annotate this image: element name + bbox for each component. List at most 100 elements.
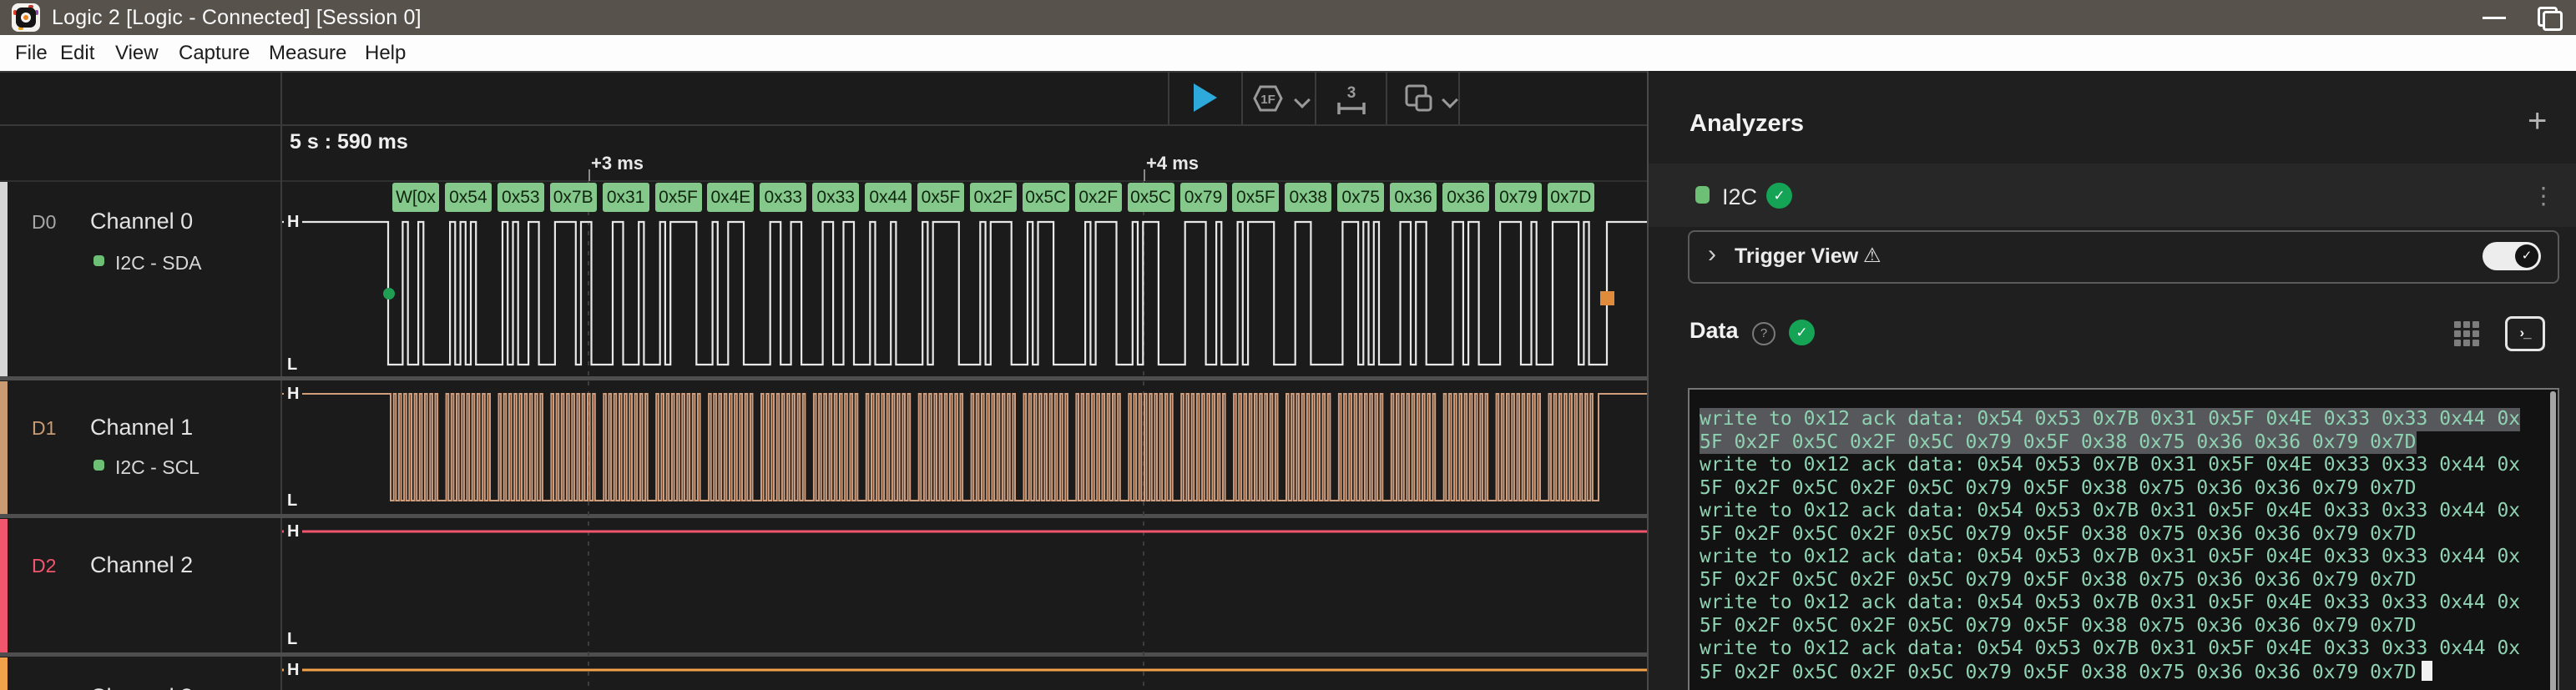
expand-chevron-icon[interactable]: › (1708, 240, 1716, 269)
data-entry-text: write to 0x12 ack data: 0x54 0x53 0x7B 0… (1700, 546, 2520, 569)
timeline-tick-mark (1144, 169, 1145, 181)
menu-measure[interactable]: Measure (269, 42, 346, 65)
i2c-byte-annotation: 0x5F (655, 183, 702, 212)
title-bar: Logic 2 [Logic - Connected] [Session 0] (0, 0, 2576, 35)
i2c-byte-annotation: 0x5C (1023, 183, 1069, 212)
trigger-settings-button[interactable]: 1F (1249, 80, 1287, 121)
menu-edit[interactable]: Edit (60, 42, 94, 65)
svg-text:1F: 1F (1260, 93, 1275, 107)
kebab-menu-icon[interactable]: ⋮ (2532, 182, 2555, 209)
chevron-down-icon[interactable] (1442, 92, 1458, 108)
i2c-byte-annotation: 0x33 (760, 183, 806, 212)
i2c-stop-marker (1600, 291, 1614, 305)
chevron-down-icon[interactable] (1294, 92, 1311, 108)
i2c-byte-annotation: 0x7B (550, 183, 597, 212)
add-analyzer-button[interactable]: + (2528, 103, 2547, 140)
i2c-byte-annotation: 0x36 (1390, 183, 1437, 212)
low-level-badge: L (284, 490, 301, 511)
i2c-start-marker (383, 288, 395, 300)
i2c-byte-annotation: 0x75 (1337, 183, 1384, 212)
minimize-button[interactable] (2469, 0, 2519, 35)
help-icon[interactable]: ? (1752, 322, 1775, 345)
table-view-icon[interactable] (2454, 321, 2479, 346)
i2c-byte-annotation: 0x36 (1442, 183, 1489, 212)
data-entry[interactable]: write to 0x12 ack data: 0x54 0x53 0x7B 0… (1700, 592, 2538, 637)
data-entry-text: 5F 0x2F 0x5C 0x2F 0x5C 0x79 0x5F 0x38 0x… (1700, 477, 2417, 501)
data-entry-text: write to 0x12 ack data: 0x54 0x53 0x7B 0… (1700, 637, 2520, 661)
measurement-button[interactable]: 3 (1332, 79, 1371, 122)
terminal-cursor (2422, 661, 2432, 681)
data-entry-text: 5F 0x2F 0x5C 0x2F 0x5C 0x79 0x5F 0x38 0x… (1700, 523, 2417, 546)
i2c-byte-annotation: 0x5F (1232, 183, 1279, 212)
channel-name: Channel 2 (90, 552, 193, 578)
timeline-tick-label: +4 ms (1146, 153, 1199, 174)
timeline-tick-mark (588, 169, 590, 181)
warning-icon: ⚠ (1863, 244, 1881, 268)
channel-name: Channel 1 (90, 415, 193, 441)
analyzer-name: I2C (1722, 184, 1757, 210)
channel-analyzer-label: I2C - SDA (115, 252, 202, 274)
analyzers-title: Analyzers (1690, 110, 1804, 138)
scl-waveform (282, 394, 1647, 501)
timeline-tick-label: +3 ms (591, 153, 644, 174)
data-ok-icon: ✓ (1789, 320, 1815, 345)
data-entry-text: write to 0x12 ack data: 0x54 0x53 0x7B 0… (1700, 408, 2520, 431)
start-capture-button[interactable] (1194, 83, 1217, 112)
i2c-byte-annotation: 0x44 (865, 183, 912, 212)
terminal-view-icon[interactable]: ›_ (2505, 316, 2545, 351)
data-entry[interactable]: write to 0x12 ack data: 0x54 0x53 0x7B 0… (1700, 454, 2538, 500)
low-level-badge: L (284, 628, 301, 650)
data-entry-text: 5F 0x2F 0x5C 0x2F 0x5C 0x79 0x5F 0x38 0x… (1700, 569, 2417, 592)
trigger-view-label: Trigger View (1735, 244, 1858, 269)
channel-id: D1 (32, 417, 56, 440)
window-title: Logic 2 [Logic - Connected] [Session 0] (52, 6, 422, 30)
menu-file[interactable]: File (15, 42, 48, 65)
channel-name: Channel 3 (90, 684, 193, 690)
analyzer-item-i2c[interactable]: I2C ✓ ⋮ (1649, 164, 2576, 227)
annotations-button[interactable] (1401, 82, 1437, 121)
data-entry[interactable]: write to 0x12 ack data: 0x54 0x53 0x7B 0… (1700, 500, 2538, 546)
data-entry-text: write to 0x12 ack data: 0x54 0x53 0x7B 0… (1700, 592, 2520, 615)
panel-divider (1647, 71, 1649, 690)
high-level-badge: H (284, 211, 302, 233)
channel-card-d0[interactable]: D0Channel 0I2C - SDA (0, 182, 280, 376)
trigger-view-row[interactable]: › Trigger View ⚠ ✓ (1688, 230, 2559, 284)
trigger-view-toggle[interactable]: ✓ (2483, 242, 2541, 270)
i2c-byte-annotation: 0x33 (812, 183, 859, 212)
terminal-scrollbar[interactable] (2550, 391, 2556, 690)
flag-icon (1401, 82, 1437, 117)
i2c-byte-annotation: 0x2F (970, 183, 1017, 212)
menu-capture[interactable]: Capture (179, 42, 250, 65)
i2c-byte-annotation: 0x7D (1548, 183, 1594, 212)
analyzer-ok-icon: ✓ (1766, 183, 1792, 209)
timeline-absolute-time[interactable]: 5 s : 590 ms (290, 130, 408, 154)
analyzers-panel: Analyzers + I2C ✓ ⋮ › Trigger View ⚠ ✓ D… (1649, 71, 2576, 690)
data-entry-text: 5F 0x2F 0x5C 0x2F 0x5C 0x79 0x5F 0x38 0x… (1700, 431, 2417, 455)
data-terminal[interactable]: write to 0x12 ack data: 0x54 0x53 0x7B 0… (1688, 388, 2559, 690)
data-entry[interactable]: write to 0x12 ack data: 0x54 0x53 0x7B 0… (1700, 408, 2538, 454)
channel-card-d1[interactable]: D1 Channel 1 I2C - SCL (0, 381, 280, 514)
high-level-badge: H (284, 383, 302, 405)
i2c-byte-annotation: 0x38 (1285, 183, 1331, 212)
channel-card-d3[interactable]: D3Channel 3 (0, 657, 280, 690)
restore-button[interactable] (2526, 0, 2576, 35)
channel-color-strip (0, 182, 8, 376)
i2c-byte-annotation: 0x2F (1075, 183, 1122, 212)
menu-view[interactable]: View (115, 42, 159, 65)
i2c-byte-annotation: 0x31 (603, 183, 649, 212)
analyzer-color-swatch (1695, 186, 1710, 204)
channel-analyzer-label: I2C - SCL (115, 456, 200, 479)
ruler-3-icon: 3 (1332, 79, 1371, 118)
data-title: Data (1690, 318, 1739, 344)
menu-help[interactable]: Help (365, 42, 406, 65)
menu-bar: File Edit View Capture Measure Help (0, 35, 2576, 71)
data-entry-text: 5F 0x2F 0x5C 0x2F 0x5C 0x79 0x5F 0x38 0x… (1700, 662, 2417, 685)
svg-text:3: 3 (1347, 84, 1356, 102)
data-entry[interactable]: write to 0x12 ack data: 0x54 0x53 0x7B 0… (1700, 546, 2538, 592)
high-level-badge: H (284, 521, 302, 542)
data-entry[interactable]: write to 0x12 ack data: 0x54 0x53 0x7B 0… (1700, 637, 2538, 683)
low-level-badge: L (284, 354, 301, 375)
channel-card-d2[interactable]: D2Channel 2 (0, 519, 280, 652)
i2c-byte-annotation: 0x5C (1128, 183, 1174, 212)
waveform-plot[interactable] (282, 181, 1647, 690)
